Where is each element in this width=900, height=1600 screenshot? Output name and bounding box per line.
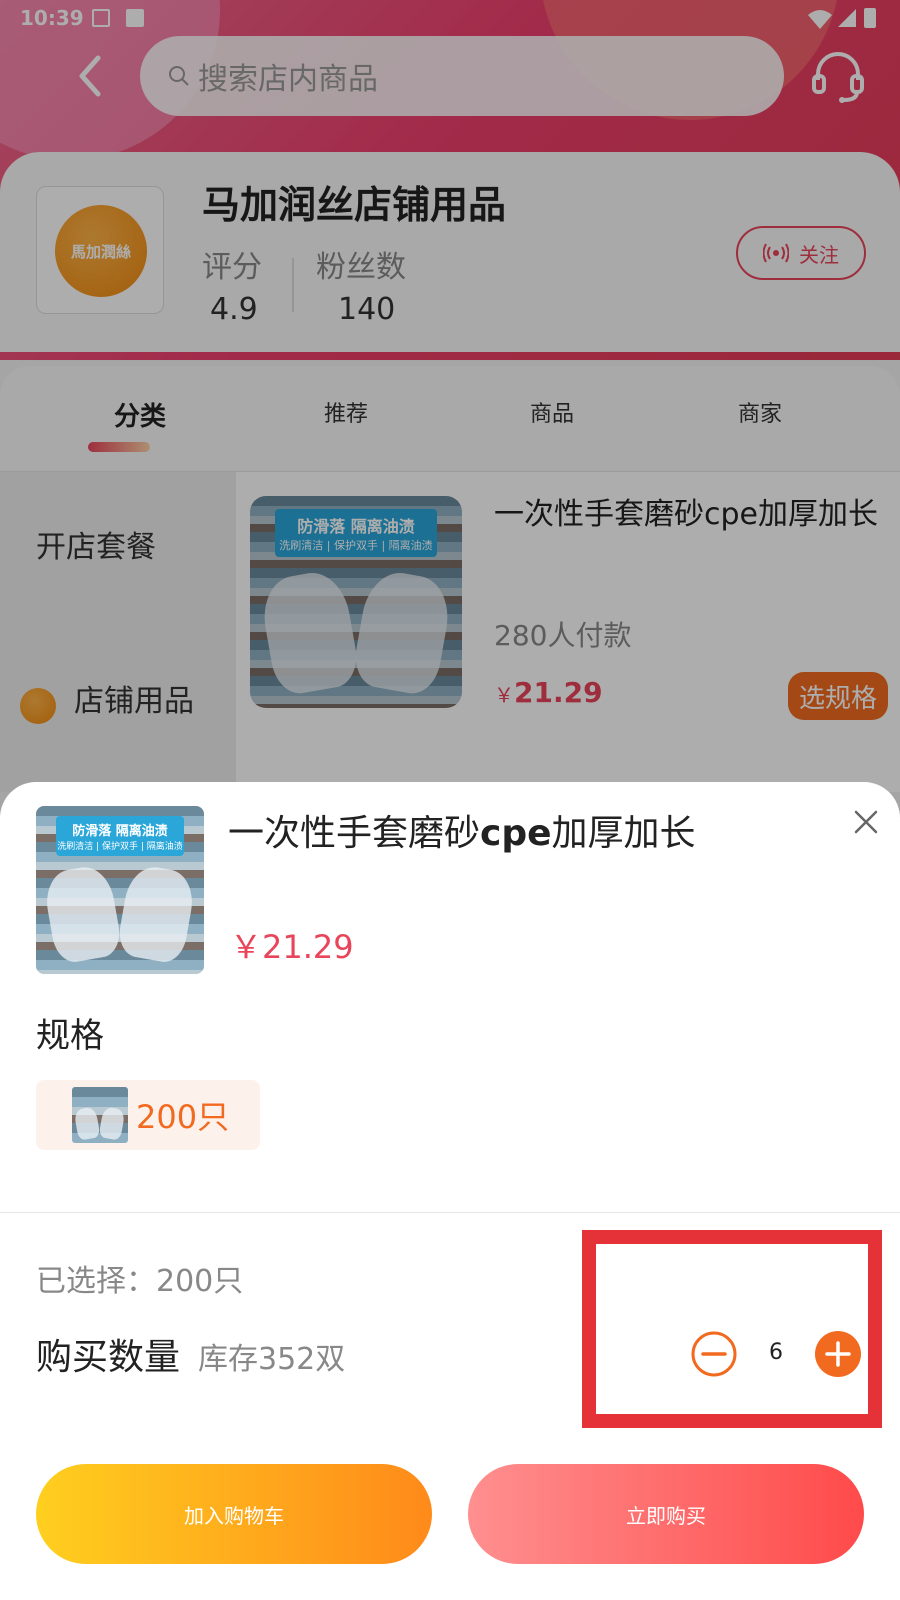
quantity-value[interactable]: 6 bbox=[766, 1340, 786, 1365]
sheet-title-part-2: 加厚加长 bbox=[551, 813, 696, 854]
sheet-divider bbox=[0, 1212, 900, 1213]
spec-heading: 规格 bbox=[36, 1016, 104, 1056]
sheet-price: ￥21.29 bbox=[230, 928, 354, 966]
sheet-image-banner-subtext: 洗刷清洁 | 保护双手 | 隔离油渍 bbox=[57, 842, 183, 853]
decrease-quantity-button[interactable] bbox=[690, 1330, 738, 1378]
spec-option-200[interactable]: 200只 bbox=[36, 1080, 260, 1150]
increase-quantity-button[interactable] bbox=[814, 1330, 862, 1378]
quantity-label: 购买数量 bbox=[36, 1337, 181, 1378]
close-icon[interactable] bbox=[848, 804, 884, 840]
selected-spec-text: 已选择：200只 bbox=[36, 1264, 244, 1299]
buy-now-button[interactable]: 立即购买 bbox=[468, 1464, 864, 1564]
add-to-cart-button[interactable]: 加入购物车 bbox=[36, 1464, 432, 1564]
sheet-title-part: 一次性手套磨砂 bbox=[228, 813, 481, 854]
sheet-image-banner-text: 防滑落 隔离油渍 bbox=[72, 824, 168, 840]
sheet-product-image: 防滑落 隔离油渍 洗刷清洁 | 保护双手 | 隔离油渍 bbox=[36, 806, 204, 974]
quantity-highlight-box bbox=[582, 1230, 882, 1428]
spec-option-label: 200只 bbox=[136, 1098, 230, 1136]
stock-text: 库存352双 bbox=[198, 1342, 346, 1377]
sheet-title-bold: cpe bbox=[480, 813, 552, 854]
spec-option-thumbnail bbox=[72, 1087, 128, 1143]
sheet-product-title: 一次性手套磨砂cpe加厚加长 bbox=[228, 804, 696, 856]
